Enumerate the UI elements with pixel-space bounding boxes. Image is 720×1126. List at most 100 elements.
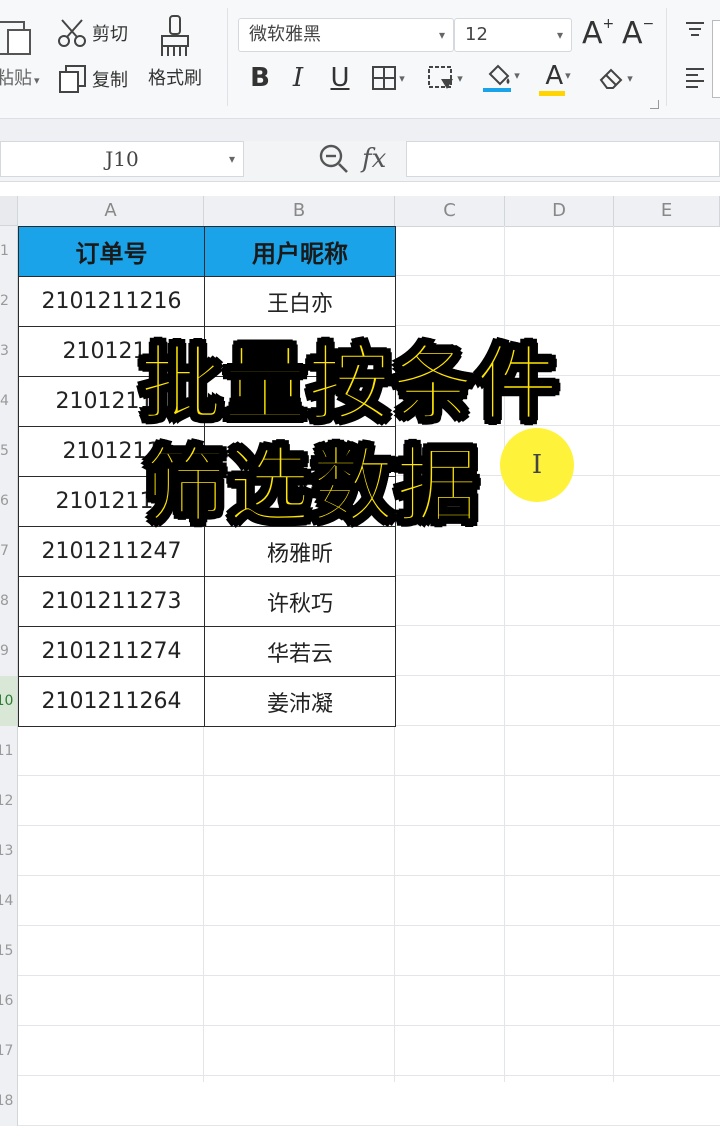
scissors-icon xyxy=(58,19,86,47)
fx-icon: fx xyxy=(362,144,387,174)
row-gridline xyxy=(18,775,720,776)
format-painter-label: 格式刷 xyxy=(148,68,202,89)
grow-font-icon: A xyxy=(582,16,603,51)
font-color-icon: A xyxy=(545,60,564,91)
row-header[interactable]: 15 xyxy=(0,926,18,976)
eraser-icon xyxy=(599,68,623,89)
align-left-icon xyxy=(686,68,704,88)
nickname-cell[interactable]: 王白亦 xyxy=(204,276,396,327)
shrink-font-button[interactable]: A − xyxy=(622,16,658,52)
font-size-value: 12 xyxy=(465,24,488,45)
wrap-text-button[interactable] xyxy=(712,20,720,98)
row-gridline xyxy=(18,1075,720,1076)
font-dialog-launcher[interactable] xyxy=(650,100,659,109)
name-box[interactable]: J10 ▾ xyxy=(0,141,244,177)
shrink-font-icon: A xyxy=(622,16,643,51)
bold-button[interactable]: B xyxy=(244,58,276,98)
row-header[interactable]: 10 xyxy=(0,676,18,726)
copy-icon xyxy=(59,65,86,93)
table-header-cell[interactable]: 用户昵称 xyxy=(204,226,396,277)
row-header[interactable]: 1 xyxy=(0,226,18,276)
table-header-cell[interactable]: 订单号 xyxy=(18,226,205,277)
ribbon-toolbar: 粘贴 ▾ 剪切 复制 格式刷 微软雅黑 ▾ 12 ▾ A + A − B I U… xyxy=(0,0,720,119)
cell-style-button[interactable]: ▾ xyxy=(420,58,470,98)
cell-style-icon xyxy=(428,66,454,89)
chevron-down-icon: ▾ xyxy=(228,152,235,166)
border-icon xyxy=(372,66,397,90)
row-header[interactable]: 4 xyxy=(0,376,18,426)
clear-format-button[interactable]: ▾ xyxy=(590,58,640,98)
ribbon-separator xyxy=(227,8,228,106)
formula-input[interactable] xyxy=(406,141,720,177)
cursor-highlight: I xyxy=(500,428,574,502)
column-header-e[interactable]: E xyxy=(614,196,720,226)
select-all-corner[interactable] xyxy=(0,196,18,226)
paste-icon xyxy=(0,21,31,55)
row-header[interactable]: 11 xyxy=(0,726,18,776)
ribbon-separator xyxy=(666,8,667,106)
font-color-swatch xyxy=(539,90,565,96)
cut-label: 剪切 xyxy=(92,24,128,45)
order-id-cell[interactable]: 2101211264 xyxy=(18,676,205,727)
align-top-icon xyxy=(686,22,704,36)
order-id-cell[interactable]: 2101211273 xyxy=(18,576,205,627)
copy-label: 复制 xyxy=(92,70,128,91)
fill-color-swatch xyxy=(483,88,511,92)
border-button[interactable]: ▾ xyxy=(364,58,412,98)
font-name-value: 微软雅黑 xyxy=(249,24,321,45)
row-header[interactable]: 7 xyxy=(0,526,18,576)
nickname-cell[interactable]: 华若云 xyxy=(204,626,396,677)
format-painter-icon xyxy=(161,15,189,56)
chevron-down-icon: ▾ xyxy=(556,28,563,42)
row-header[interactable]: 3 xyxy=(0,326,18,376)
row-gridline xyxy=(18,925,720,926)
row-header[interactable]: 18 xyxy=(0,1076,18,1126)
align-top-button[interactable] xyxy=(684,20,706,44)
font-name-select[interactable]: 微软雅黑 ▾ xyxy=(238,18,454,52)
row-header[interactable]: 2 xyxy=(0,276,18,326)
caption-line-2: 筛选数据 xyxy=(143,439,481,534)
row-header[interactable]: 13 xyxy=(0,826,18,876)
zoom-formula-button[interactable] xyxy=(318,143,350,179)
caption-line-1: 批量按条件 xyxy=(139,337,561,432)
row-gridline xyxy=(18,1025,720,1026)
fill-color-button[interactable]: ▾ xyxy=(478,58,528,98)
paste-button[interactable]: 粘贴 ▾ xyxy=(0,16,40,90)
column-header-c[interactable]: C xyxy=(395,196,505,226)
paint-bucket-icon xyxy=(488,64,510,86)
order-id-cell[interactable]: 2101211216 xyxy=(18,276,205,327)
row-header[interactable]: 14 xyxy=(0,876,18,926)
column-headers: ABCDE xyxy=(18,196,720,227)
order-id-cell[interactable]: 2101211274 xyxy=(18,626,205,677)
insert-function-button[interactable]: fx xyxy=(362,141,386,177)
text-cursor-icon: I xyxy=(531,450,543,480)
align-left-button[interactable] xyxy=(684,66,706,92)
format-painter-button[interactable]: 格式刷 xyxy=(148,14,202,90)
copy-button[interactable]: 复制 xyxy=(58,64,128,94)
grow-font-button[interactable]: A + xyxy=(582,16,618,52)
underline-button[interactable]: U xyxy=(324,58,356,98)
row-header[interactable]: 9 xyxy=(0,626,18,676)
cell-reference: J10 xyxy=(105,147,139,171)
chevron-down-icon: ▾ xyxy=(438,28,445,42)
cut-button[interactable]: 剪切 xyxy=(56,18,128,48)
nickname-cell[interactable]: 许秋巧 xyxy=(204,576,396,627)
paste-label: 粘贴 ▾ xyxy=(0,68,40,89)
row-header[interactable]: 17 xyxy=(0,1026,18,1076)
row-header[interactable]: 5 xyxy=(0,426,18,476)
row-gridline xyxy=(18,875,720,876)
font-color-button[interactable]: A ▾ xyxy=(534,58,582,98)
column-header-a[interactable]: A xyxy=(18,196,204,226)
row-header[interactable]: 12 xyxy=(0,776,18,826)
nickname-cell[interactable]: 姜沛凝 xyxy=(204,676,396,727)
magnifier-icon xyxy=(319,144,348,173)
column-header-b[interactable]: B xyxy=(204,196,395,226)
formula-bar: J10 ▾ fx xyxy=(0,141,720,182)
row-header[interactable]: 8 xyxy=(0,576,18,626)
column-gridline xyxy=(613,226,614,1082)
font-size-select[interactable]: 12 ▾ xyxy=(454,18,572,52)
row-header[interactable]: 16 xyxy=(0,976,18,1026)
column-header-d[interactable]: D xyxy=(505,196,614,226)
row-header[interactable]: 6 xyxy=(0,476,18,526)
italic-button[interactable]: I xyxy=(284,58,312,98)
